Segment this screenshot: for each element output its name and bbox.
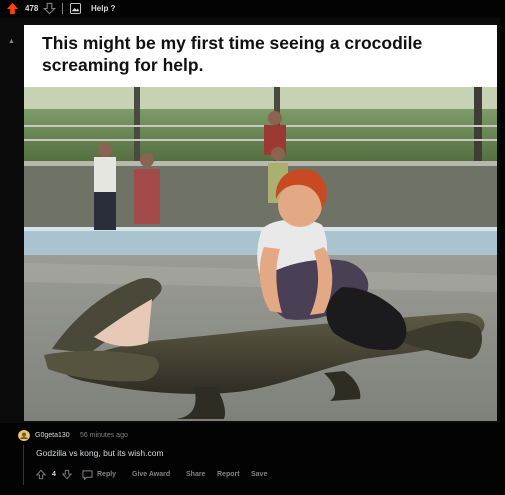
comment-username[interactable]: G0geta130 [35,432,70,439]
post-image-icon [70,3,81,14]
collapse-icon[interactable]: ▲ [8,38,15,45]
post-score: 478 [25,4,39,13]
save-button[interactable]: Save [251,471,267,478]
give-award-button[interactable]: Give Award [132,471,170,478]
post-image[interactable]: This might be my first time seeing a cro… [24,25,497,421]
share-button[interactable]: Share [186,471,205,478]
post-header: 478 Help ? [0,0,505,18]
thread-line[interactable] [23,445,24,485]
meme-caption: This might be my first time seeing a cro… [42,33,423,75]
reply-button[interactable]: Reply [97,471,116,478]
report-button[interactable]: Report [217,471,240,478]
comment-score: 4 [52,471,56,478]
upvote-icon[interactable] [6,2,19,15]
header-divider [62,3,63,14]
comment-upvote-icon[interactable] [36,469,46,480]
avatar[interactable] [18,429,30,441]
comment-timestamp: 56 minutes ago [80,432,128,439]
reply-icon[interactable] [82,470,93,480]
crocodile-photo [24,87,497,421]
comment-body: Godzilla vs kong, but its wish.com [36,448,164,458]
downvote-icon[interactable] [43,2,56,15]
post-title[interactable]: Help ? [91,4,115,13]
comment-downvote-icon[interactable] [62,469,72,480]
